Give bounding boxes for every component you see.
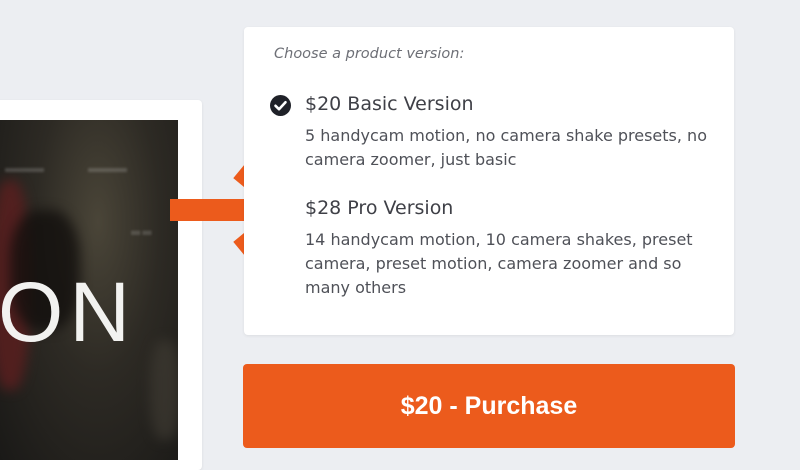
version-option-title: $20 Basic Version [305, 93, 474, 115]
preview-blurred-menu-item: ▬▬▬ [5, 160, 44, 175]
version-option-title: $28 Pro Version [305, 197, 454, 219]
version-prompt: Choose a product version: [274, 46, 465, 62]
preview-blur-light [150, 340, 178, 440]
preview-blurred-menu-item: ▬▬▬ [88, 160, 127, 175]
product-preview-image: ▬▬▬ ▬▬▬ ▬▬ ON [0, 120, 178, 460]
version-option-description: 5 handycam motion, no camera shake prese… [305, 126, 707, 169]
product-version-card: Choose a product version: $20 Basic Vers… [244, 27, 734, 335]
purchase-button[interactable]: $20 - Purchase [243, 364, 735, 448]
version-option-description: 14 handycam motion, 10 camera shakes, pr… [305, 230, 693, 297]
preview-blurred-menu: ▬▬▬ ▬▬▬ [0, 160, 178, 180]
preview-blurred-glyph: ▬▬ [130, 225, 153, 239]
check-circle-icon [270, 95, 291, 116]
preview-title: ON [0, 265, 136, 359]
